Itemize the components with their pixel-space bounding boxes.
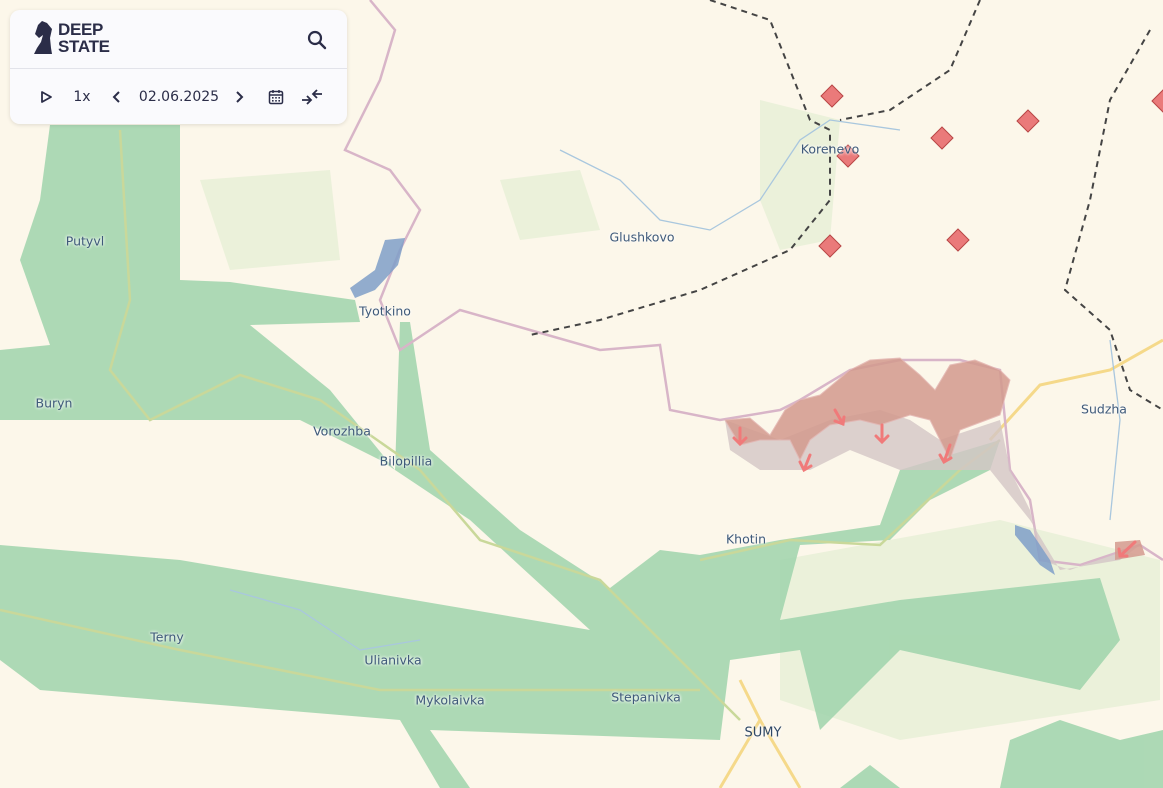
place-label: Terny — [150, 629, 184, 645]
divider — [10, 68, 347, 69]
logo[interactable]: DEEP STATE — [32, 20, 110, 56]
collapse-arrows-icon — [302, 89, 322, 105]
place-label: Glushkovo — [609, 229, 675, 245]
place-label: Mykolaivka — [415, 692, 485, 708]
chevron-right-icon — [236, 91, 244, 103]
logo-text-line1: DEEP — [58, 20, 104, 39]
play-button[interactable] — [36, 84, 56, 110]
place-label: Ulianivka — [364, 652, 422, 668]
place-label: Sudzha — [1081, 401, 1127, 417]
strike-marker — [930, 126, 954, 150]
strike-marker — [820, 84, 844, 108]
previous-date-button[interactable] — [108, 84, 126, 110]
place-label: Tyotkino — [359, 303, 411, 319]
date-display[interactable]: 02.06.2025 — [136, 84, 222, 110]
place-label: Stepanivka — [611, 689, 681, 705]
strike-marker — [1151, 89, 1163, 113]
place-label: Vorozhba — [313, 423, 371, 439]
next-date-button[interactable] — [230, 84, 248, 110]
place-label: Putyvl — [65, 233, 105, 249]
place-label: Buryn — [35, 395, 73, 411]
knight-logo-icon — [34, 21, 52, 54]
control-panel: DEEP STATE 1x 02.06.2025 — [10, 10, 347, 124]
calendar-button[interactable] — [266, 84, 286, 110]
play-icon — [41, 91, 52, 103]
strike-markers — [818, 84, 1163, 258]
logo-text-line2: STATE — [58, 37, 110, 56]
strike-marker — [946, 228, 970, 252]
speed-button[interactable]: 1x — [70, 84, 94, 110]
place-label: Korenevo — [800, 141, 860, 157]
place-label: Khotin — [725, 531, 767, 547]
search-icon — [307, 30, 327, 50]
search-button[interactable] — [305, 28, 329, 52]
chevron-left-icon — [112, 91, 120, 103]
place-label: Bilopillia — [379, 453, 433, 469]
strike-marker — [1016, 109, 1040, 133]
place-label: SUMY — [744, 725, 782, 741]
state-border — [343, 0, 1163, 567]
calendar-icon — [268, 90, 284, 105]
collapse-button[interactable] — [300, 84, 324, 110]
